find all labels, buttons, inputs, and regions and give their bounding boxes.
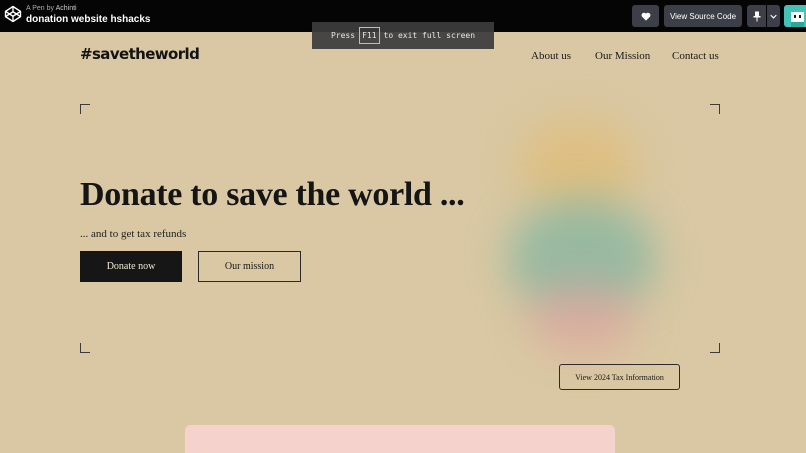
hero-subtitle: ... and to get tax refunds (80, 228, 187, 240)
pin-icon (753, 11, 760, 21)
user-avatar[interactable] (784, 5, 806, 27)
corner-bracket-top-left (80, 104, 90, 114)
hero-title: Donate to save the world ... (80, 176, 465, 213)
pen-author-line: A Pen by Achinti (26, 5, 77, 12)
corner-bracket-top-right (710, 104, 720, 114)
corner-bracket-bottom-right (710, 343, 720, 353)
codepen-logo-icon[interactable] (4, 5, 22, 23)
avatar-face-icon (791, 12, 804, 27)
donate-now-button[interactable]: Donate now (80, 251, 182, 282)
nav-contact-us[interactable]: Contact us (672, 50, 719, 62)
nav-about-us[interactable]: About us (531, 50, 571, 62)
pen-author-link[interactable]: Achinti (56, 5, 77, 12)
tax-information-button[interactable]: View 2024 Tax Information (559, 364, 680, 390)
pink-content-card (185, 425, 615, 453)
site-brand-logo[interactable]: #savetheworld (80, 45, 200, 63)
heart-icon (641, 12, 650, 21)
toast-key: F11 (359, 27, 380, 44)
pin-options-button[interactable] (767, 5, 780, 27)
like-button[interactable] (632, 5, 659, 27)
nav-our-mission[interactable]: Our Mission (595, 50, 650, 62)
chevron-down-icon (770, 14, 777, 19)
fullscreen-toast: Press F11 to exit full screen (312, 22, 494, 49)
toast-text-after: to exit full screen (383, 31, 476, 40)
our-mission-button[interactable]: Our mission (198, 251, 301, 282)
corner-bracket-bottom-left (80, 343, 90, 353)
view-source-button[interactable]: View Source Code (664, 5, 742, 27)
toast-text-before: Press (330, 31, 356, 40)
pen-by-prefix: A Pen by (26, 5, 55, 12)
pen-title: donation website hshacks (26, 14, 151, 25)
pin-button[interactable] (747, 5, 766, 27)
gradient-blob-pink (528, 282, 638, 354)
